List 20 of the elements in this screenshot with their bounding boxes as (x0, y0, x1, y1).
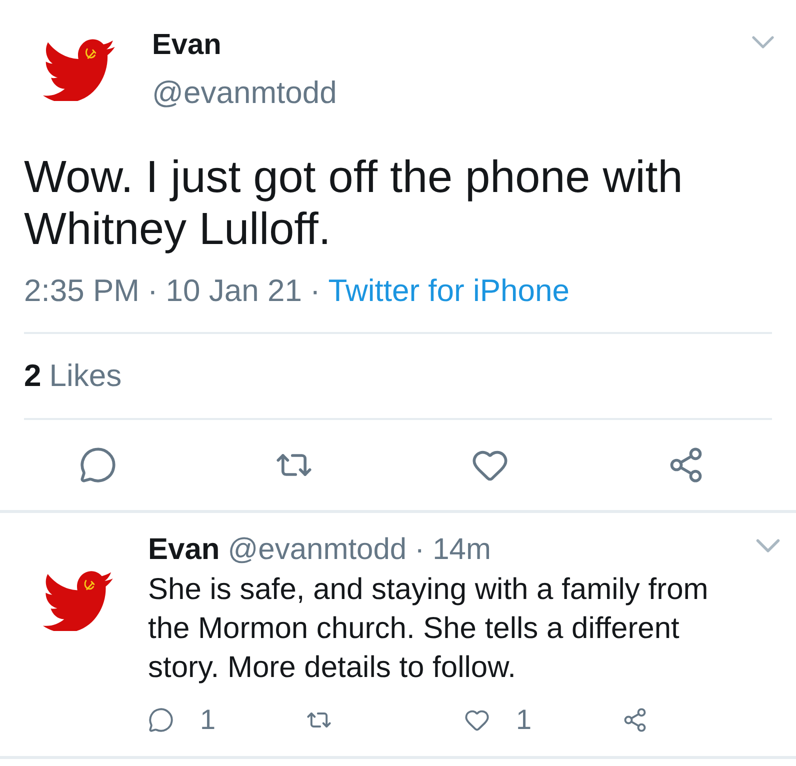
reply-author-handle: @evanmtodd (228, 532, 407, 568)
author-name: Evan (152, 28, 222, 62)
source-link[interactable]: Twitter for iPhone (328, 268, 570, 314)
timestamp-text: 10 Jan 21 (166, 272, 302, 310)
reply-icon[interactable] (148, 707, 174, 733)
likes-label: Likes (49, 356, 122, 395)
separator-dot: · (414, 532, 425, 568)
separator-dot: · (310, 272, 320, 310)
likes-count: 2 (24, 356, 42, 395)
reply-icon[interactable] (79, 446, 117, 484)
share-icon[interactable] (622, 707, 648, 733)
timestamp-text: 2:35 PM (24, 272, 140, 310)
author-handle: @evanmtodd (152, 76, 337, 110)
action-count: 1 (200, 703, 216, 737)
reply-text: She is safe, and staying with a family from the Mormon church. She tells a different story. More details to follow. (148, 572, 710, 686)
action-count: 1 (516, 703, 532, 737)
separator-dot: · (147, 272, 158, 310)
reply-author-name: Evan (148, 532, 220, 568)
tweet-text: Wow. I just got off the phone with Whitney Lulloff. (23, 151, 684, 255)
reply-time: 14m (432, 532, 491, 568)
